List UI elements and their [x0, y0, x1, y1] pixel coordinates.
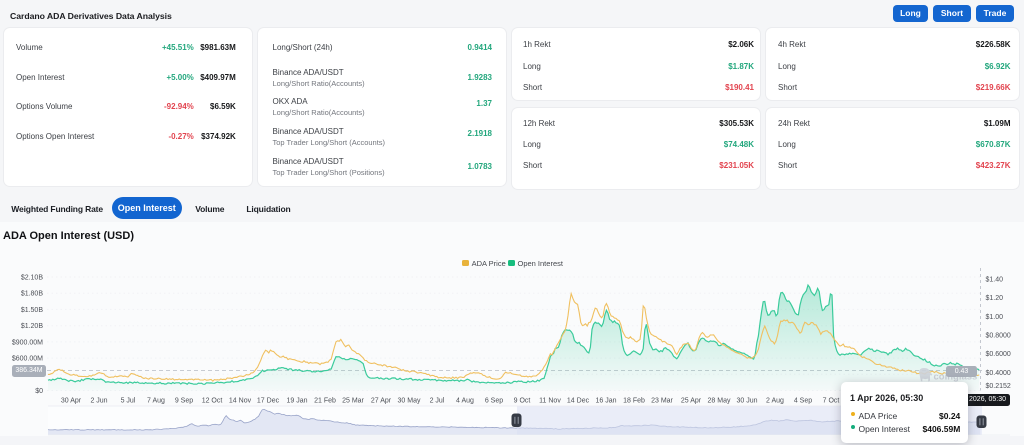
svg-text:9 Oct: 9 Oct — [514, 398, 531, 405]
svg-text:17 Dec: 17 Dec — [257, 398, 280, 405]
svg-text:$1.80B: $1.80B — [21, 291, 44, 298]
svg-text:11 Nov: 11 Nov — [539, 398, 561, 405]
svg-text:$1.50B: $1.50B — [21, 307, 44, 314]
svg-text:30 Jun: 30 Jun — [736, 398, 757, 405]
svg-text:30 Apr: 30 Apr — [61, 398, 82, 405]
svg-text:$600.00M: $600.00M — [12, 356, 43, 363]
svg-text:$0.4000: $0.4000 — [986, 370, 1011, 377]
svg-text:2 Jul: 2 Jul — [430, 398, 445, 405]
svg-text:14 Dec: 14 Dec — [567, 398, 590, 405]
svg-text:7 Aug: 7 Aug — [147, 398, 165, 405]
svg-text:9 Sep: 9 Sep — [175, 398, 193, 405]
svg-text:19 Jan: 19 Jan — [286, 398, 307, 405]
svg-text:$1.00: $1.00 — [986, 314, 1004, 321]
svg-text:$1.40: $1.40 — [986, 277, 1004, 284]
svg-text:$1.20: $1.20 — [986, 295, 1004, 302]
svg-text:$900.00M: $900.00M — [12, 339, 43, 346]
svg-text:$0.6000: $0.6000 — [986, 351, 1011, 358]
svg-text:25 Mar: 25 Mar — [342, 398, 364, 405]
svg-text:$0.2152: $0.2152 — [986, 383, 1011, 390]
svg-text:21 Feb: 21 Feb — [314, 398, 336, 405]
svg-text:$0: $0 — [35, 388, 43, 395]
svg-text:27 Apr: 27 Apr — [371, 398, 392, 405]
svg-text:$2.10B: $2.10B — [21, 275, 44, 282]
svg-text:4 Sep: 4 Sep — [794, 398, 812, 405]
svg-text:25 Apr: 25 Apr — [681, 398, 702, 405]
svg-text:30 May: 30 May — [398, 398, 421, 405]
svg-text:$0.8000: $0.8000 — [986, 333, 1011, 340]
svg-text:28 May: 28 May — [708, 398, 731, 405]
svg-text:16 Jan: 16 Jan — [595, 398, 616, 405]
svg-text:12 Oct: 12 Oct — [202, 398, 223, 405]
svg-text:2 Jun: 2 Jun — [90, 398, 107, 405]
svg-text:4 Aug: 4 Aug — [456, 398, 474, 405]
svg-text:14 Nov: 14 Nov — [229, 398, 252, 405]
svg-text:2 Aug: 2 Aug — [766, 398, 784, 405]
svg-text:18 Feb: 18 Feb — [623, 398, 645, 405]
svg-text:$1.20B: $1.20B — [21, 323, 44, 330]
svg-text:23 Mar: 23 Mar — [651, 398, 673, 405]
svg-text:6 Sep: 6 Sep — [485, 398, 503, 405]
svg-text:5 Jul: 5 Jul — [121, 398, 136, 405]
svg-text:7 Oct: 7 Oct — [823, 398, 840, 405]
